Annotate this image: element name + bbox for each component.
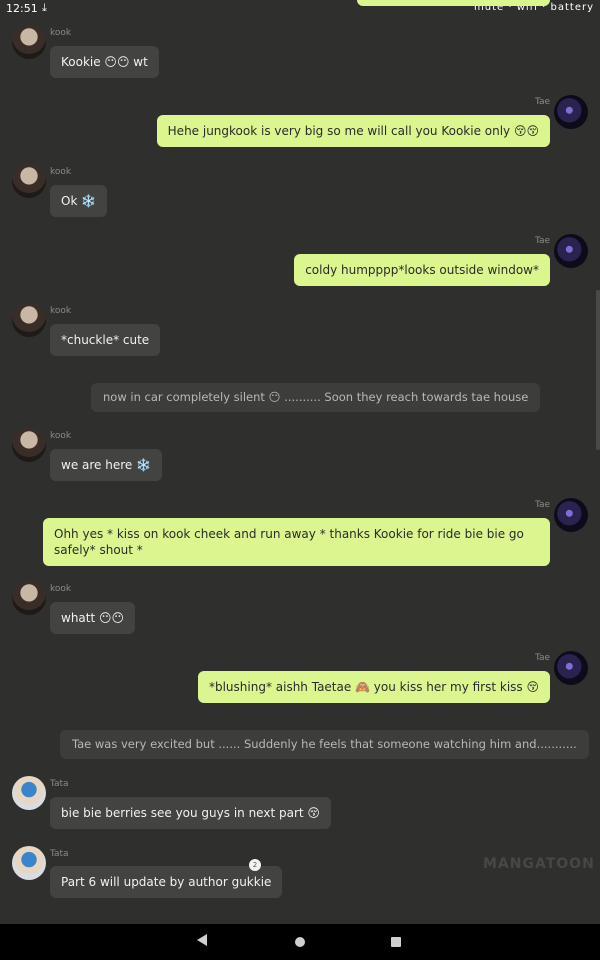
previous-bubble-edge	[357, 0, 550, 6]
message-bubble[interactable]: bie bie berries see you guys in next par…	[50, 797, 331, 829]
avatar[interactable]	[12, 581, 46, 615]
message-bubble[interactable]: whatt 😶😶	[50, 602, 136, 634]
sender-name: Tae	[534, 500, 550, 510]
avatar[interactable]	[12, 303, 46, 337]
sender-name: Tata	[50, 849, 69, 859]
avatar[interactable]	[554, 651, 588, 685]
message-bubble[interactable]: coldy humpppp*looks outside window*	[294, 254, 550, 286]
recents-icon[interactable]	[391, 937, 401, 947]
home-icon[interactable]	[295, 937, 305, 947]
status-time: 12:51	[6, 2, 38, 15]
narration-bubble: Tae was very excited but ...... Suddenly…	[60, 730, 589, 759]
message-bubble[interactable]: Hehe jungkook is very big so me will cal…	[156, 115, 550, 147]
avatar[interactable]	[12, 25, 46, 59]
sender-name: kook	[50, 167, 72, 177]
sender-name: Tae	[534, 97, 550, 107]
avatar[interactable]	[12, 776, 46, 810]
back-icon[interactable]	[197, 934, 207, 946]
avatar[interactable]	[12, 846, 46, 880]
avatar[interactable]	[12, 428, 46, 462]
watermark-logo: MANGATOON	[483, 856, 595, 872]
scrollbar[interactable]	[596, 290, 600, 450]
narration-bubble: now in car completely silent 😶 .........…	[91, 383, 541, 412]
avatar[interactable]	[554, 234, 588, 268]
message-bubble[interactable]: Part 6 will update by author gukkie	[50, 866, 283, 898]
message-bubble[interactable]: Kookie 😶😶 wt	[50, 46, 159, 78]
sender-name: kook	[50, 584, 72, 594]
avatar[interactable]	[554, 498, 588, 532]
message-bubble[interactable]: *chuckle* cute	[50, 324, 161, 356]
message-bubble[interactable]: Ohh yes * kiss on kook cheek and run awa…	[43, 518, 550, 566]
message-bubble[interactable]: *blushing* aishh Taetae 🙈 you kiss her m…	[197, 671, 550, 703]
sender-name: kook	[50, 28, 72, 38]
sender-name: kook	[50, 306, 72, 316]
avatar[interactable]	[12, 164, 46, 198]
sender-name: Tae	[534, 236, 550, 246]
avatar[interactable]	[554, 95, 588, 129]
sender-name: Tae	[534, 653, 550, 663]
download-icon: ⤓	[42, 1, 47, 14]
sender-name: kook	[50, 431, 72, 441]
sender-name: Tata	[50, 779, 69, 789]
message-bubble[interactable]: we are here ❄️	[50, 449, 163, 481]
message-bubble[interactable]: Ok ❄️	[50, 185, 108, 217]
comment-count-badge[interactable]: 2	[249, 859, 261, 871]
